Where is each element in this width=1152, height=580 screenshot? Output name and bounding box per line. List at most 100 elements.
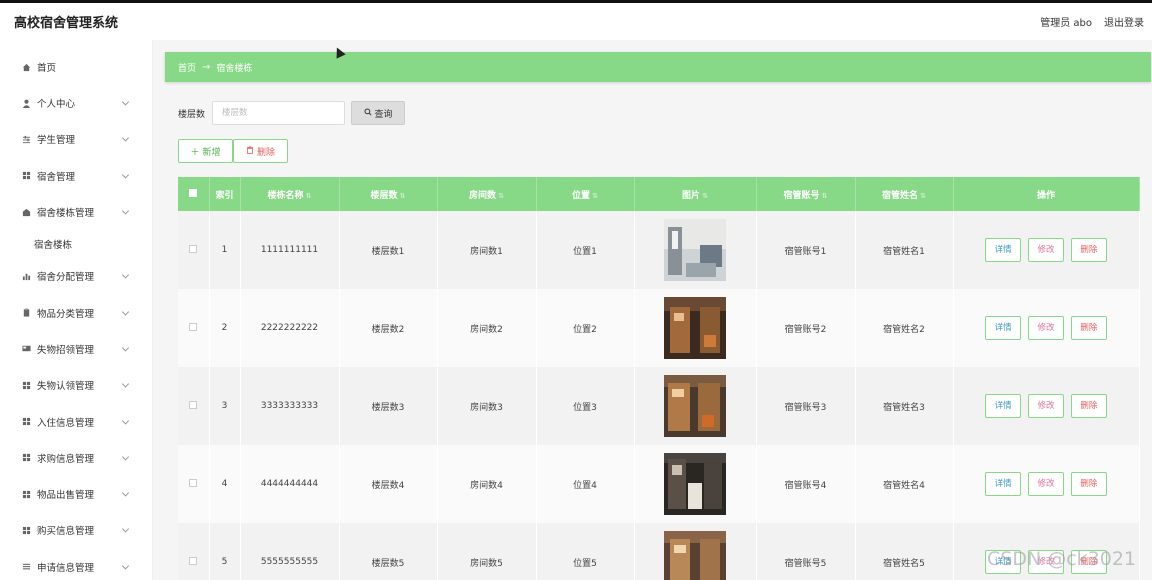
trash-icon [246, 145, 254, 157]
search-bar: 楼层数 查询 [178, 101, 406, 125]
breadcrumb: 首页 → 宿舍楼栋 [165, 52, 1151, 82]
sidebar-item-label: 购买信息管理 [37, 526, 95, 538]
sort-icon: ⇅ [821, 191, 828, 200]
select-all-checkbox[interactable] [189, 188, 198, 197]
cell-photo [634, 289, 757, 367]
sidebar-item-purchase-info[interactable]: 购买信息管理 [0, 512, 152, 548]
plus-icon: ＋ [190, 147, 200, 158]
sidebar-item-personal-center[interactable]: 个人中心 [0, 85, 152, 121]
table-header-row: 索引 楼栋名称 ⇅ 楼层数 ⇅ 房间数 ⇅ 位置 ⇅ 图片 ⇅ 宿管账号 ⇅ 宿管姓名 ⇅ 操… [178, 177, 1140, 211]
sidebar-item-item-category[interactable]: 物品分类管理 [0, 294, 152, 330]
cell-manager: 宿管姓名5 [855, 523, 954, 580]
delete-button[interactable]: 删除 [1070, 316, 1107, 340]
column-header[interactable]: 房间数 ⇅ [437, 177, 537, 211]
cell-floors: 楼层数4 [339, 445, 438, 523]
sidebar-item-buildings[interactable]: 宿舍楼栋管理 [0, 194, 152, 230]
watermark: CSDN @ck3021 [987, 548, 1137, 570]
row-checkbox[interactable] [189, 478, 198, 487]
sidebar-item-label: 学生管理 [37, 135, 76, 147]
cell-location: 位置2 [536, 289, 635, 367]
edit-button[interactable]: 修改 [1028, 316, 1064, 340]
row-checkbox[interactable] [189, 556, 198, 565]
dorm-room-photo[interactable] [664, 219, 726, 281]
search-button[interactable]: 查询 [351, 101, 406, 125]
detail-button[interactable]: 详情 [985, 472, 1022, 496]
sidebar-item-dorms[interactable]: 宿舍管理 [0, 158, 152, 194]
column-header[interactable]: 图片 ⇅ [634, 177, 757, 211]
breadcrumb-current: 宿舍楼栋 [216, 63, 253, 74]
dorm-room-photo[interactable] [664, 375, 726, 437]
cell-manager: 宿管姓名4 [855, 445, 954, 523]
card-icon [22, 344, 31, 353]
cell-rooms: 房间数4 [437, 445, 537, 523]
cell-account: 宿管账号4 [756, 445, 856, 523]
action-bar: ＋ 新增 删除 [178, 139, 288, 163]
sidebar-subitem-buildings[interactable]: 宿舍楼栋 [0, 230, 152, 258]
edit-button[interactable]: 修改 [1028, 472, 1064, 496]
detail-button[interactable]: 详情 [985, 238, 1022, 262]
sidebar-item-label: 宿舍管理 [37, 171, 76, 183]
sidebar-subitem-label: 宿舍楼栋 [34, 240, 73, 252]
add-button[interactable]: ＋ 新增 [178, 139, 233, 163]
sort-icon: ⇅ [305, 191, 312, 200]
delete-button[interactable]: 删除 [1070, 472, 1107, 496]
table-row: 1 1111111111 楼层数1 房间数1 位置1 宿管账号1 宿管姓名1 详… [178, 211, 1140, 289]
column-header[interactable]: 楼栋名称 ⇅ [240, 177, 340, 211]
breadcrumb-home[interactable]: 首页 [178, 61, 196, 74]
table-row: 3 3333333333 楼层数3 房间数3 位置3 宿管账号3 宿管姓名3 详… [178, 367, 1140, 445]
batch-delete-button[interactable]: 删除 [233, 139, 288, 163]
edit-button[interactable]: 修改 [1028, 238, 1064, 262]
user-icon [22, 99, 31, 108]
delete-button[interactable]: 删除 [1070, 238, 1107, 262]
sidebar-item-home[interactable]: 首页 [0, 49, 152, 85]
sidebar-item-item-sale[interactable]: 物品出售管理 [0, 476, 152, 512]
cell-photo [634, 367, 757, 445]
row-checkbox[interactable] [189, 322, 198, 331]
cell-index: 5 [209, 523, 241, 580]
column-header: 操作 [953, 177, 1140, 211]
delete-button[interactable]: 删除 [1070, 394, 1107, 418]
detail-button[interactable]: 详情 [985, 316, 1022, 340]
sidebar-item-lost-claim[interactable]: 失物认领管理 [0, 367, 152, 403]
cell-index: 2 [209, 289, 241, 367]
sidebar-item-allocation[interactable]: 宿舍分配管理 [0, 258, 152, 294]
sidebar-item-label: 求购信息管理 [37, 453, 95, 465]
sidebar-item-lost-found[interactable]: 失物招领管理 [0, 331, 152, 367]
sidebar-item-purchase-request[interactable]: 求购信息管理 [0, 440, 152, 476]
sidebar-item-applications[interactable]: 申请信息管理 [0, 549, 152, 580]
sliders-icon [22, 135, 31, 144]
dorm-room-photo[interactable] [664, 297, 726, 359]
chevron-down-icon [121, 134, 130, 142]
detail-button[interactable]: 详情 [985, 394, 1022, 418]
cell-manager: 宿管姓名1 [855, 211, 954, 289]
column-header[interactable]: 宿管姓名 ⇅ [855, 177, 954, 211]
grid-icon [22, 526, 31, 535]
column-header[interactable]: 楼层数 ⇅ [339, 177, 438, 211]
logout-link[interactable]: 退出登录 [1104, 14, 1144, 29]
column-header[interactable]: 位置 ⇅ [536, 177, 635, 211]
chevron-down-icon [121, 562, 130, 570]
floors-search-input[interactable] [212, 101, 346, 125]
cell-index: 4 [209, 445, 241, 523]
chevron-down-icon [121, 380, 130, 388]
chart-icon [22, 272, 31, 281]
cell-name: 2222222222 [240, 289, 340, 367]
dorm-room-photo[interactable] [664, 531, 726, 580]
row-checkbox[interactable] [189, 244, 198, 253]
sidebar-item-students[interactable]: 学生管理 [0, 121, 152, 157]
chevron-down-icon [121, 453, 130, 461]
select-all-header[interactable] [178, 177, 210, 211]
sidebar-item-label: 入住信息管理 [37, 417, 95, 429]
sort-icon: ⇅ [498, 191, 504, 200]
row-checkbox[interactable] [189, 400, 198, 409]
current-user-label[interactable]: 管理员 abo [1040, 14, 1092, 29]
edit-button[interactable]: 修改 [1028, 394, 1064, 418]
cell-account: 宿管账号2 [756, 289, 856, 367]
cell-name: 3333333333 [240, 367, 340, 445]
column-header[interactable]: 宿管账号 ⇅ [756, 177, 856, 211]
sidebar-item-checkin[interactable]: 入住信息管理 [0, 403, 152, 439]
dorm-room-photo[interactable] [664, 453, 726, 515]
list-icon [22, 562, 31, 571]
sort-icon: ⇅ [702, 191, 708, 200]
app-title: 高校宿舍管理系统 [14, 16, 119, 31]
